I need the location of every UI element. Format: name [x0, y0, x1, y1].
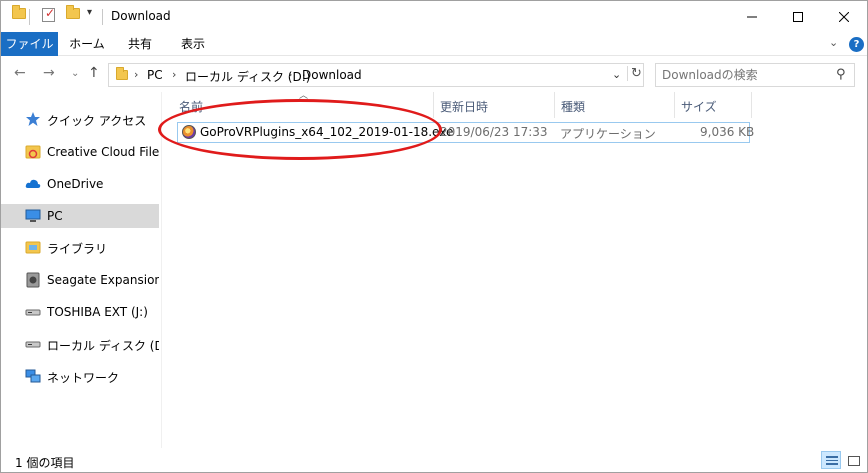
sidebar-item-label: ライブラリ — [47, 242, 108, 256]
file-name: GoProVRPlugins_x64_102_2019-01-18.exe — [200, 125, 454, 139]
search-input[interactable] — [662, 68, 827, 82]
sidebar-item-label: Creative Cloud Files — [47, 145, 159, 159]
breadcrumb-separator-icon[interactable]: › — [288, 68, 292, 81]
breadcrumb-separator-icon[interactable]: › — [134, 68, 138, 81]
maximize-icon — [793, 11, 803, 22]
large-icons-view-icon — [848, 456, 860, 466]
creative-cloud-icon — [25, 145, 41, 159]
network-icon — [25, 369, 41, 383]
sidebar-item-toshiba[interactable]: TOSHIBA EXT (J:) — [1, 300, 159, 324]
breadcrumb-pc[interactable]: PC — [147, 68, 163, 82]
computer-icon — [25, 209, 41, 222]
usb-drive-icon — [26, 272, 40, 288]
explorer-window: ✓ ▾ Download ファイル ホーム 共有 表示 ⌄ ? ← → ⌄ ↑ … — [0, 0, 868, 473]
quick-access-separator — [29, 9, 30, 25]
customize-toolbar-icon[interactable]: ▾ — [87, 7, 92, 18]
close-button[interactable] — [821, 1, 867, 32]
ribbon-tabs: ファイル ホーム 共有 表示 ⌄ ? — [1, 32, 867, 56]
sidebar-item-label: TOSHIBA EXT (J:) — [47, 305, 148, 319]
expand-ribbon-icon[interactable]: ⌄ — [829, 36, 838, 49]
column-header-name[interactable]: 名前 — [173, 96, 433, 120]
help-icon[interactable]: ? — [849, 37, 864, 52]
folder-icon — [12, 5, 26, 19]
navigation-pane: クイック アクセス Creative Cloud Files OneDrive … — [1, 92, 159, 448]
search-box[interactable]: ⚲ — [655, 63, 855, 87]
sidebar-item-quick-access[interactable]: クイック アクセス — [1, 107, 159, 131]
application-icon — [182, 125, 196, 139]
new-folder-icon[interactable] — [66, 5, 80, 19]
close-icon — [839, 11, 849, 22]
up-button[interactable]: ↑ — [88, 65, 100, 81]
details-view-button[interactable] — [821, 451, 841, 469]
details-view-icon — [826, 456, 838, 465]
sidebar-item-seagate[interactable]: Seagate Expansion Dr — [1, 268, 159, 292]
table-row[interactable]: GoProVRPlugins_x64_102_2019-01-18.exe 20… — [177, 122, 755, 143]
sidebar-item-label: クイック アクセス — [47, 114, 147, 128]
sidebar-item-libraries[interactable]: ライブラリ — [1, 235, 159, 259]
sidebar-item-local-disk[interactable]: ローカル ディスク (D:) — [1, 332, 159, 356]
address-history-icon[interactable]: ⌄ — [612, 68, 621, 81]
maximize-button[interactable] — [775, 1, 821, 32]
folder-icon — [116, 67, 128, 80]
window-title: Download — [111, 9, 171, 23]
star-icon — [26, 112, 40, 126]
minimize-icon — [747, 16, 757, 17]
title-bar: ✓ ▾ Download — [1, 1, 867, 32]
forward-button[interactable]: → — [43, 65, 55, 81]
sidebar-item-creative-cloud[interactable]: Creative Cloud Files — [1, 140, 159, 164]
address-bar[interactable]: › PC › ローカル ディスク (D:) › Download ⌄ ↻ — [108, 63, 644, 87]
tab-share[interactable]: 共有 — [117, 32, 163, 56]
file-type: アプリケーション — [560, 127, 656, 141]
large-icons-view-button[interactable] — [843, 451, 863, 469]
column-divider[interactable] — [751, 92, 752, 118]
navigation-bar: ← → ⌄ ↑ › PC › ローカル ディスク (D:) › Download… — [1, 57, 867, 92]
breadcrumb-separator-icon[interactable]: › — [172, 68, 176, 81]
file-list: ︿ 名前 更新日時 種類 サイズ GoProVRPlugins_x64_102_… — [162, 91, 867, 448]
column-header-date[interactable]: 更新日時 — [434, 96, 554, 120]
file-size: 9,036 KB — [700, 125, 755, 139]
sidebar-item-pc[interactable]: PC — [1, 204, 159, 228]
column-header-type[interactable]: 種類 — [555, 96, 674, 120]
tab-file[interactable]: ファイル — [1, 32, 58, 56]
breadcrumb-download[interactable]: Download — [302, 68, 362, 82]
drive-icon — [25, 341, 41, 348]
recent-locations-icon[interactable]: ⌄ — [71, 68, 79, 79]
cloud-icon — [25, 179, 41, 188]
back-button[interactable]: ← — [14, 65, 26, 81]
library-icon — [25, 241, 41, 254]
file-modified: 2019/06/23 17:33 — [440, 125, 548, 139]
column-header-size[interactable]: サイズ — [675, 96, 751, 120]
sidebar-item-label: PC — [47, 209, 63, 223]
sidebar-item-onedrive[interactable]: OneDrive — [1, 172, 159, 196]
sidebar-item-label: Seagate Expansion Dr — [47, 273, 159, 287]
status-bar: 1 個の項目 — [1, 448, 867, 472]
properties-icon[interactable]: ✓ — [42, 6, 55, 22]
sidebar-item-label: OneDrive — [47, 177, 104, 191]
sidebar-item-network[interactable]: ネットワーク — [1, 364, 159, 388]
tab-view[interactable]: 表示 — [169, 32, 217, 56]
search-icon[interactable]: ⚲ — [836, 67, 846, 82]
sidebar-item-label: ネットワーク — [47, 371, 120, 385]
drive-icon — [25, 309, 41, 316]
title-separator — [102, 9, 103, 25]
minimize-button[interactable] — [729, 1, 775, 32]
refresh-icon[interactable]: ↻ — [627, 66, 643, 81]
sidebar-item-label: ローカル ディスク (D:) — [47, 339, 159, 353]
tab-home[interactable]: ホーム — [61, 32, 113, 56]
item-count: 1 個の項目 — [15, 456, 75, 470]
